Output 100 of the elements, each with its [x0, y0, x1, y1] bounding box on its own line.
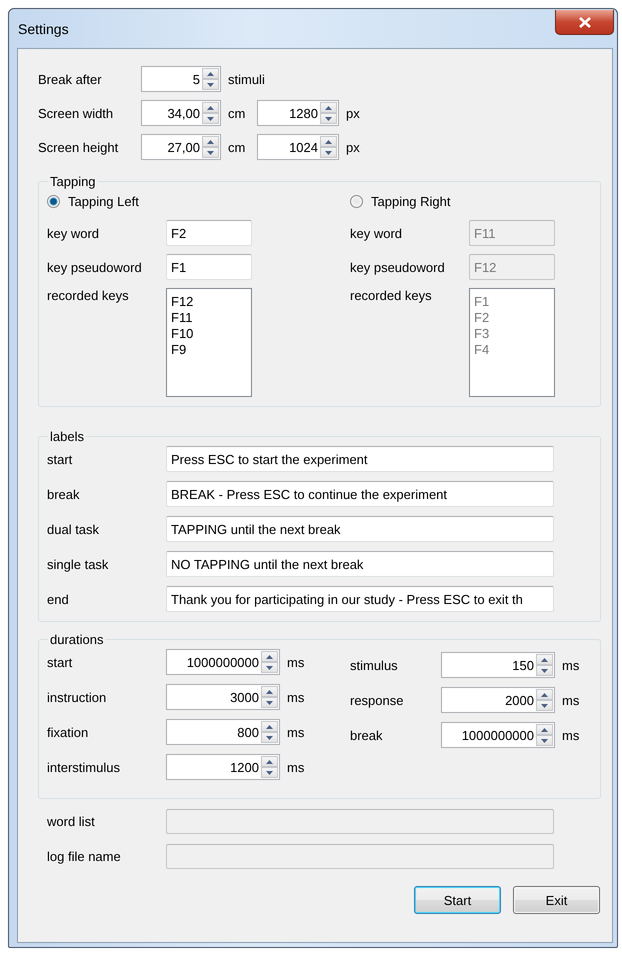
spin-down-button[interactable]: [202, 113, 219, 124]
field-label: log file name: [47, 849, 122, 864]
field-label: dual task: [47, 522, 100, 536]
down-arrow-icon: [541, 704, 548, 708]
field-label: break: [47, 486, 81, 502]
list-box[interactable]: F12 F11 F10 F9: [166, 288, 252, 397]
spin-up-button[interactable]: [320, 102, 337, 113]
field-label: fixation: [47, 724, 90, 740]
group-title: durations: [49, 632, 104, 647]
down-arrow-icon: [541, 738, 548, 742]
field-label: end: [47, 592, 70, 606]
spin-down-button[interactable]: [202, 147, 219, 158]
unit-label: ms: [286, 690, 306, 704]
down-arrow-icon: [266, 700, 273, 704]
up-arrow-icon: [541, 692, 548, 696]
list-item[interactable]: F10: [171, 326, 247, 342]
spin-up-button[interactable]: [536, 724, 553, 735]
number-spinner[interactable]: 1000000000: [166, 649, 280, 675]
field-label: key pseudoword: [350, 260, 446, 274]
spin-up-button[interactable]: [261, 756, 278, 767]
window-title: Settings: [18, 21, 69, 37]
number-spinner[interactable]: 150: [441, 652, 555, 678]
field-label: word list: [47, 814, 96, 829]
field-label: instruction: [47, 690, 108, 704]
number-spinner[interactable]: 1024: [257, 134, 339, 160]
text-field[interactable]: F1: [166, 254, 252, 280]
spin-down-button[interactable]: [536, 700, 553, 711]
group-title: labels: [49, 429, 85, 444]
text-field[interactable]: Press ESC to start the experiment: [166, 446, 554, 472]
unit-label: ms: [561, 728, 580, 742]
up-arrow-icon: [266, 760, 273, 764]
up-arrow-icon: [541, 728, 548, 732]
text-field[interactable]: Thank you for participating in our study - Press ESC to exit th: [166, 586, 554, 612]
down-arrow-icon: [266, 770, 273, 774]
field-label: Screen width: [38, 106, 114, 120]
spin-up-button[interactable]: [202, 102, 219, 113]
spin-down-button[interactable]: [261, 697, 278, 708]
unit-label: ms: [286, 724, 306, 740]
field-label: start: [47, 452, 74, 466]
up-arrow-icon: [266, 724, 273, 728]
number-spinner[interactable]: 1000000000: [441, 722, 555, 748]
number-spinner[interactable]: 1200: [166, 754, 280, 780]
unit-label: cm: [227, 140, 246, 154]
field-label: start: [47, 654, 74, 670]
up-arrow-icon: [325, 106, 332, 110]
up-arrow-icon: [325, 140, 332, 144]
text-field[interactable]: NO TAPPING until the next break: [166, 551, 554, 577]
up-arrow-icon: [266, 654, 273, 658]
down-arrow-icon: [541, 668, 548, 672]
text-field[interactable]: F2: [166, 220, 252, 246]
spin-up-button[interactable]: [536, 654, 553, 665]
spin-up-button[interactable]: [202, 136, 219, 147]
spin-down-button[interactable]: [202, 79, 219, 90]
unit-label: stimuli: [227, 72, 266, 86]
dialog-button[interactable]: Exit: [513, 886, 600, 914]
number-spinner[interactable]: 2000: [441, 687, 555, 713]
spin-up-button[interactable]: [536, 689, 553, 700]
spin-down-button[interactable]: [261, 662, 278, 673]
group-title: Tapping: [49, 174, 97, 189]
list-item[interactable]: F12: [171, 294, 247, 310]
spin-up-button[interactable]: [202, 68, 219, 79]
radio-indicator[interactable]: [47, 194, 60, 208]
list-item[interactable]: F9: [171, 342, 247, 358]
unit-label: cm: [227, 106, 246, 120]
close-button[interactable]: [555, 10, 614, 35]
field-label: recorded keys: [47, 288, 130, 303]
close-icon: [578, 16, 590, 28]
down-arrow-icon: [266, 736, 273, 740]
spin-up-button[interactable]: [320, 136, 337, 147]
unit-label: ms: [286, 760, 306, 774]
dialog-button[interactable]: Start: [414, 886, 501, 914]
spin-down-button[interactable]: [536, 665, 553, 676]
down-arrow-icon: [325, 150, 332, 154]
spin-down-button[interactable]: [261, 767, 278, 778]
text-field[interactable]: TAPPING until the next break: [166, 516, 554, 542]
field-label: recorded keys: [350, 288, 433, 303]
unit-label: ms: [561, 692, 580, 708]
number-spinner[interactable]: 5: [141, 66, 221, 92]
number-spinner[interactable]: 3000: [166, 684, 280, 710]
unit-label: px: [345, 106, 361, 120]
spin-up-button[interactable]: [261, 686, 278, 697]
radio-button[interactable]: Tapping Left: [47, 191, 139, 211]
unit-label: ms: [286, 654, 306, 670]
number-spinner[interactable]: 34,00: [141, 100, 221, 126]
text-field[interactable]: BREAK - Press ESC to continue the experiment: [166, 481, 554, 507]
number-spinner[interactable]: 800: [166, 719, 280, 745]
spin-up-button[interactable]: [261, 651, 278, 662]
down-arrow-icon: [266, 666, 273, 670]
spin-down-button[interactable]: [261, 732, 278, 743]
spin-down-button[interactable]: [536, 735, 553, 746]
unit-label: px: [345, 140, 361, 154]
number-spinner[interactable]: 1280: [257, 100, 339, 126]
field-label: Break after: [38, 72, 103, 86]
number-spinner[interactable]: 27,00: [141, 134, 221, 160]
up-arrow-icon: [207, 140, 214, 144]
up-arrow-icon: [266, 690, 273, 694]
spin-down-button[interactable]: [320, 147, 337, 158]
spin-up-button[interactable]: [261, 721, 278, 732]
list-item[interactable]: F11: [171, 310, 247, 326]
spin-down-button[interactable]: [320, 113, 337, 124]
